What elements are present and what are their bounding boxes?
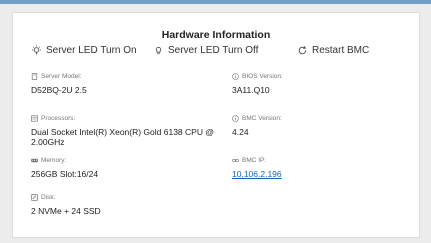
server-model-value: D52BQ-2U 2.5 bbox=[31, 85, 87, 95]
led-on-label: Server LED Turn On bbox=[46, 45, 137, 56]
processors-value: Dual Socket Intel(R) Xeon(R) Gold 6138 C… bbox=[31, 127, 214, 147]
memory-field: Memory: 256GB Slot:16/24 bbox=[31, 157, 221, 179]
bios-version-field: BIOS Version: 3A11.Q10 bbox=[232, 73, 412, 95]
bmc-version-label: BMC Version: bbox=[242, 115, 282, 122]
bmc-version-field: BMC Version: 4.24 bbox=[232, 115, 412, 137]
restart-bmc-button[interactable]: Restart BMC bbox=[297, 45, 369, 56]
server-model-label: Server Model: bbox=[41, 73, 82, 80]
bmc-version-value: 4.24 bbox=[232, 127, 249, 137]
restart-bmc-label: Restart BMC bbox=[312, 45, 370, 56]
panel-title: Hardware Information bbox=[161, 29, 271, 41]
info-icon bbox=[232, 73, 239, 80]
lightbulb-on-icon bbox=[31, 45, 42, 56]
memory-icon bbox=[31, 157, 38, 164]
refresh-icon bbox=[297, 45, 308, 56]
hardware-info-panel: Hardware Information Server LED Turn On bbox=[12, 12, 420, 238]
bios-version-value: 3A11.Q10 bbox=[232, 85, 270, 95]
processors-label: Processors: bbox=[41, 115, 76, 122]
bmc-ip-label: BMC IP: bbox=[242, 157, 267, 164]
action-bar: Server LED Turn On Server LED Turn Off R… bbox=[13, 45, 419, 63]
memory-label: Memory: bbox=[41, 157, 67, 164]
lightbulb-off-icon bbox=[153, 45, 164, 56]
bios-version-label: BIOS Version: bbox=[242, 73, 283, 80]
memory-value: 256GB Slot:16/24 bbox=[31, 169, 99, 179]
led-on-button[interactable]: Server LED Turn On bbox=[31, 45, 137, 56]
cpu-icon bbox=[31, 115, 38, 122]
disk-value: 2 NVMe + 24 SSD bbox=[31, 206, 101, 216]
disk-icon bbox=[31, 194, 38, 201]
disk-label: Disk: bbox=[41, 194, 56, 201]
server-model-field: Server Model: D52BQ-2U 2.5 bbox=[31, 73, 221, 95]
disk-field: Disk: 2 NVMe + 24 SSD bbox=[31, 194, 221, 216]
bmc-ip-link[interactable]: 10.106.2.196 bbox=[232, 169, 412, 179]
link-icon bbox=[232, 157, 239, 164]
info-icon bbox=[232, 115, 239, 122]
top-accent-bar bbox=[0, 0, 431, 4]
bmc-ip-field: BMC IP: 10.106.2.196 bbox=[232, 157, 412, 179]
led-off-label: Server LED Turn Off bbox=[168, 45, 259, 56]
server-icon bbox=[31, 73, 38, 80]
led-off-button[interactable]: Server LED Turn Off bbox=[153, 45, 258, 56]
processors-field: Processors: Dual Socket Intel(R) Xeon(R)… bbox=[31, 115, 221, 147]
